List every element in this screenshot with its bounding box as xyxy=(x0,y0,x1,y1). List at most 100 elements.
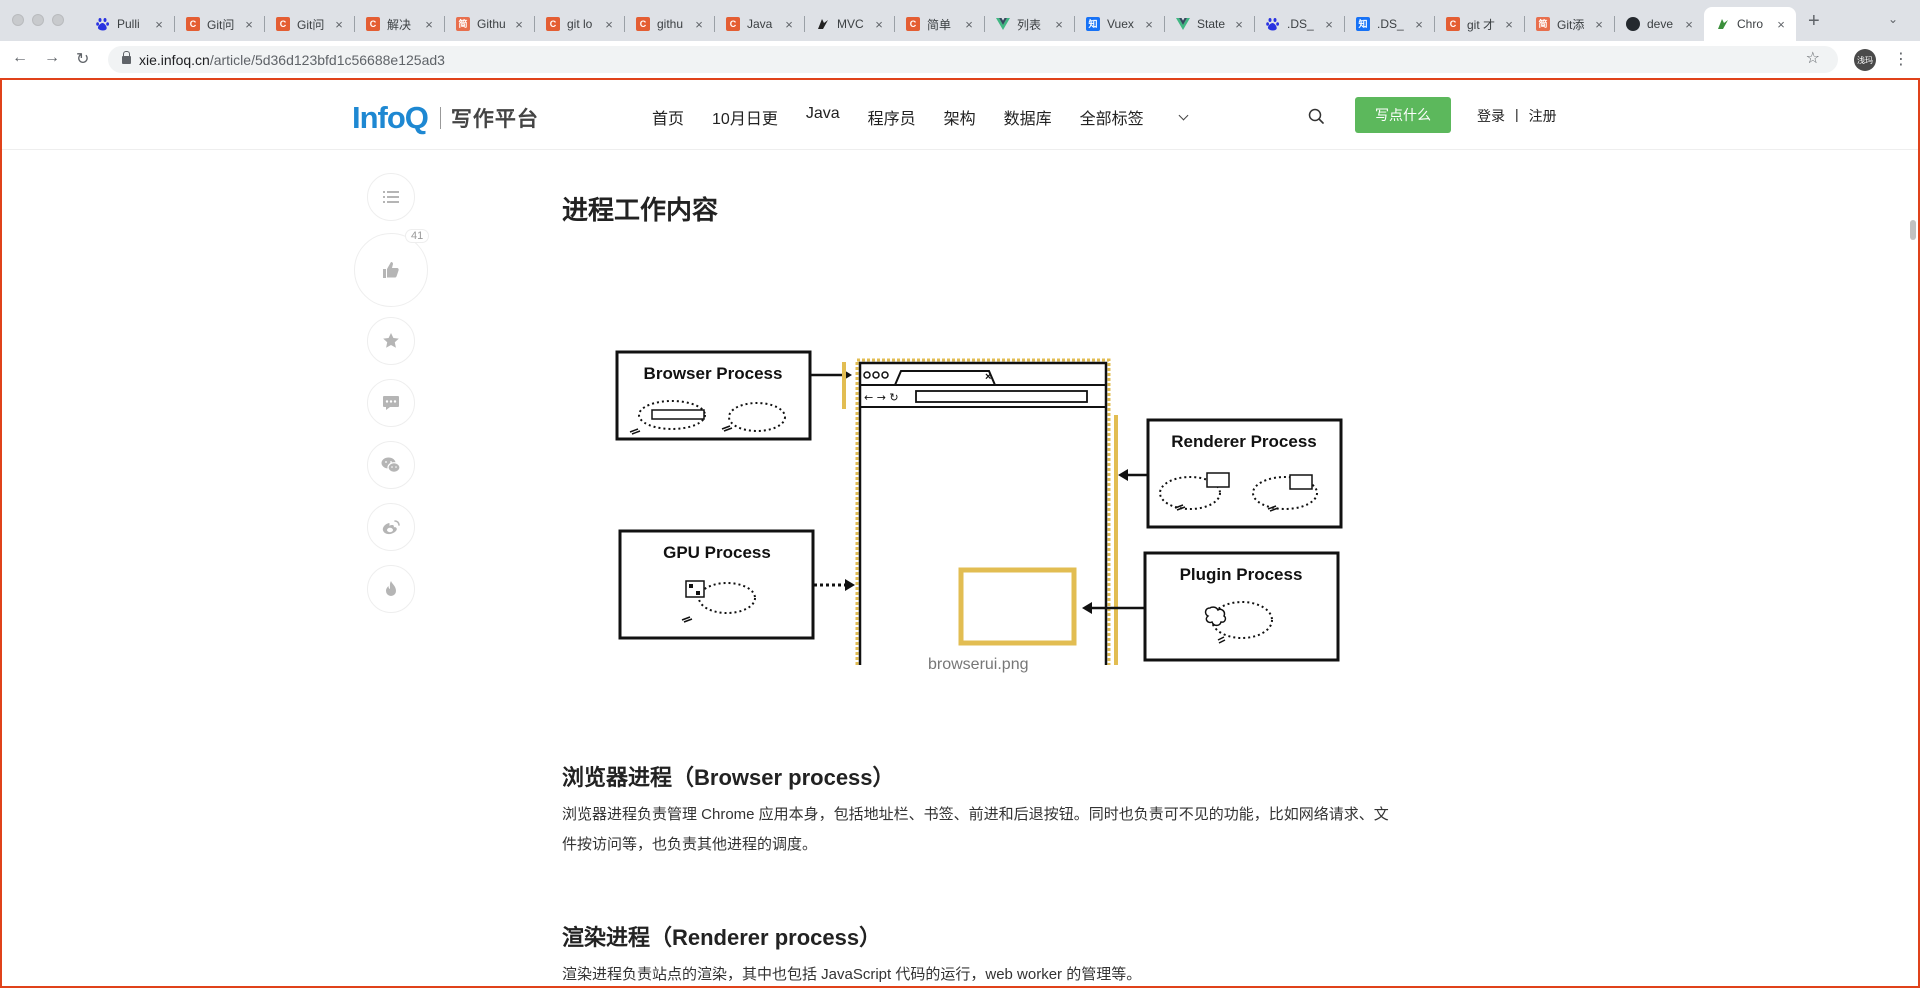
browser-tab[interactable]: C Git问 × xyxy=(264,7,354,41)
nav-item-database[interactable]: 数据库 xyxy=(1004,105,1052,129)
renderer-process-text: 渲染进程负责站点的渲染，其中也包括 JavaScript 代码的运行，web w… xyxy=(562,966,1142,983)
bookmark-star-icon[interactable]: ☆ xyxy=(1806,48,1820,68)
tab-close-icon[interactable]: × xyxy=(1774,17,1788,32)
browser-tab[interactable]: C Git问 × xyxy=(174,7,264,41)
login-link[interactable]: 登录 xyxy=(1477,106,1505,126)
new-tab-button[interactable]: + xyxy=(1808,10,1820,33)
site-header: InfoQ 写作平台 首页 10月日更 Java 程序员 架构 数据库 全部标签… xyxy=(2,80,1918,150)
nav-item-october[interactable]: 10月日更 xyxy=(712,105,778,129)
tab-search-chevron-icon[interactable]: ⌄ xyxy=(1888,12,1898,26)
tab-title: .DS_ xyxy=(1287,17,1314,31)
browser-tab[interactable]: 知 .DS_ × xyxy=(1344,7,1434,41)
browser-menu-icon[interactable]: ⋮ xyxy=(1893,49,1909,69)
browser-tab[interactable]: C 简单 × xyxy=(894,7,984,41)
write-button[interactable]: 写点什么 xyxy=(1355,97,1451,133)
tab-close-icon[interactable]: × xyxy=(1052,17,1066,32)
nav-item-all-tags[interactable]: 全部标签 xyxy=(1080,105,1187,129)
image-caption: browserui.png xyxy=(928,656,1029,673)
comment-button[interactable] xyxy=(367,379,415,427)
profile-avatar[interactable]: 浅玛 xyxy=(1854,49,1876,71)
tab-title: githu xyxy=(657,17,684,31)
browser-tab[interactable]: 简 Githu × xyxy=(444,7,534,41)
tab-close-icon[interactable]: × xyxy=(1142,17,1156,32)
reload-icon[interactable]: ↻ xyxy=(76,49,89,69)
tab-close-icon[interactable]: × xyxy=(1232,17,1246,32)
search-icon[interactable] xyxy=(1308,108,1324,124)
browser-tab[interactable]: Cgit lo × xyxy=(534,7,624,41)
minimize-window-button[interactable] xyxy=(32,14,44,26)
tab-close-icon[interactable]: × xyxy=(962,17,976,32)
tab-close-icon[interactable]: × xyxy=(332,17,346,32)
gpu-process-label: GPU Process xyxy=(663,543,771,562)
baidu-icon xyxy=(1266,17,1280,31)
nav-item-programmer[interactable]: 程序员 xyxy=(868,105,916,129)
browser-tab[interactable]: 列表 × xyxy=(984,7,1074,41)
back-arrow-icon[interactable]: ← xyxy=(12,49,28,67)
close-window-button[interactable] xyxy=(12,14,24,26)
tab-close-icon[interactable]: × xyxy=(152,17,166,32)
browser-tab[interactable]: .DS_ × xyxy=(1254,7,1344,41)
register-link[interactable]: 注册 xyxy=(1529,106,1557,126)
weibo-icon xyxy=(382,520,400,535)
tab-title: 列表 xyxy=(1017,17,1042,32)
browser-tab[interactable]: Cgit 才 × xyxy=(1434,7,1524,41)
tab-title: Git问 xyxy=(207,17,235,32)
tab-close-icon[interactable]: × xyxy=(602,17,616,32)
browser-tab[interactable]: Chro × xyxy=(1704,7,1796,41)
tab-close-icon[interactable]: × xyxy=(1322,17,1336,32)
tab-close-icon[interactable]: × xyxy=(1592,17,1606,32)
tab-title: deve xyxy=(1647,17,1674,31)
plugin-process-label: Plugin Process xyxy=(1180,565,1303,584)
weibo-share-button[interactable] xyxy=(367,503,415,551)
gpu-process-box: GPU Process xyxy=(618,529,815,640)
browser-tab[interactable]: Cgithu × xyxy=(624,7,714,41)
browser-tab[interactable]: State × xyxy=(1164,7,1254,41)
tab-close-icon[interactable]: × xyxy=(242,17,256,32)
section-title: 进程工作内容 xyxy=(562,195,719,225)
tab-close-icon[interactable]: × xyxy=(422,17,436,32)
hot-button[interactable] xyxy=(367,565,415,613)
wechat-share-button[interactable] xyxy=(367,441,415,489)
browser-tab[interactable]: Pulli × xyxy=(84,7,174,41)
tab-close-icon[interactable]: × xyxy=(872,17,886,32)
comment-icon xyxy=(383,396,399,410)
thumbs-up-icon xyxy=(383,262,399,278)
infoq-logo[interactable]: InfoQ 写作平台 xyxy=(352,100,539,136)
nav-item-architecture[interactable]: 架构 xyxy=(944,105,976,129)
forward-arrow-icon[interactable]: → xyxy=(44,49,60,67)
tab-title: Pulli xyxy=(117,17,140,31)
maximize-window-button[interactable] xyxy=(52,14,64,26)
toc-button[interactable] xyxy=(367,173,415,221)
nav-item-home[interactable]: 首页 xyxy=(652,105,684,129)
nav-item-java[interactable]: Java xyxy=(806,105,840,129)
csdn-icon: C xyxy=(906,17,920,31)
logo-subtitle: 写作平台 xyxy=(450,106,539,131)
tab-close-icon[interactable]: × xyxy=(1502,17,1516,32)
github-icon xyxy=(1626,17,1640,31)
browser-tab[interactable]: C Java × xyxy=(714,7,804,41)
address-bar[interactable]: xie.infoq.cn/article/5d36d123bfd1c56688e… xyxy=(108,46,1838,73)
tab-close-icon[interactable]: × xyxy=(692,17,706,32)
like-button[interactable] xyxy=(354,233,428,307)
tab-close-icon[interactable]: × xyxy=(512,17,526,32)
tab-close-icon[interactable]: × xyxy=(1682,17,1696,32)
plugin-process-box: Plugin Process xyxy=(1143,551,1340,662)
like-count: 41 xyxy=(405,229,430,243)
tab-close-icon[interactable]: × xyxy=(1412,17,1426,32)
csdn-icon: C xyxy=(546,17,560,31)
window-controls[interactable] xyxy=(12,14,64,26)
favorite-button[interactable] xyxy=(367,317,415,365)
browser-process-text: 浏览器进程负责管理 Chrome 应用本身，包括地址栏、书签、前进和后退按钮。同… xyxy=(562,806,1389,853)
browser-tab[interactable]: 知 Vuex × xyxy=(1074,7,1164,41)
tab-title: State xyxy=(1197,17,1226,31)
vue-icon xyxy=(1176,17,1190,31)
browser-tab[interactable]: deve × xyxy=(1614,7,1704,41)
browser-tab[interactable]: 简 Git添 × xyxy=(1524,7,1614,41)
tab-close-icon[interactable]: × xyxy=(782,17,796,32)
browser-tab[interactable]: C 解决 × xyxy=(354,7,444,41)
tab-title: Githu xyxy=(477,17,506,31)
browser-tab[interactable]: MVC × xyxy=(804,7,894,41)
chrome-ext-icon xyxy=(1716,17,1730,31)
zhihu-icon: 知 xyxy=(1356,17,1370,31)
page-scrollbar-thumb[interactable] xyxy=(1910,220,1916,240)
